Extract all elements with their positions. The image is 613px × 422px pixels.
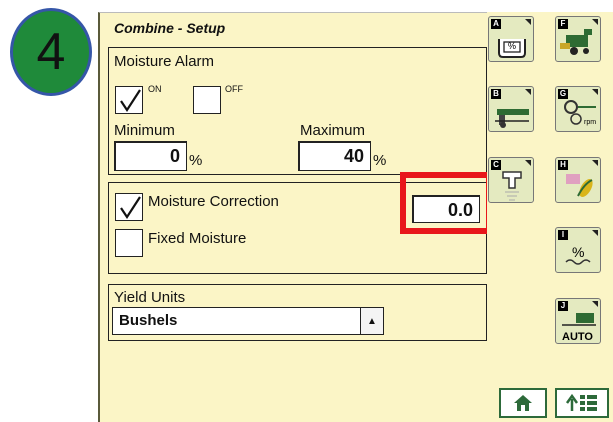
yield-units-value: Bushels xyxy=(119,312,178,329)
softkey-f-letter: F xyxy=(558,19,568,29)
checkmark-icon xyxy=(120,196,141,220)
softkey-c-letter: C xyxy=(491,160,501,170)
softkey-b[interactable]: B xyxy=(488,86,534,132)
updown-arrow-icon[interactable]: ▲ xyxy=(360,308,383,334)
minimum-unit: % xyxy=(189,152,203,169)
moisture-correction-checkbox[interactable] xyxy=(115,193,143,221)
highlight-box xyxy=(400,172,492,234)
page-title: Combine - Setup xyxy=(114,20,226,36)
softkey-a-text: % xyxy=(508,41,517,51)
step-number-badge: 4 xyxy=(10,8,92,96)
softkey-b-letter: B xyxy=(491,89,501,99)
softkey-i[interactable]: I % xyxy=(555,227,601,273)
softkey-f[interactable]: F xyxy=(555,16,601,62)
softkey-a[interactable]: A % xyxy=(488,16,534,62)
alarm-on-label: ON xyxy=(148,84,162,94)
minimum-input[interactable]: 0 xyxy=(114,141,187,171)
fixed-moisture-checkbox[interactable] xyxy=(115,229,143,257)
softkey-j-text: AUTO xyxy=(562,331,593,343)
softkey-i-text: % xyxy=(572,244,585,260)
moisture-alarm-label: Moisture Alarm xyxy=(114,53,215,70)
alarm-on-checkbox[interactable] xyxy=(115,86,143,114)
maximum-label: Maximum xyxy=(300,122,366,139)
softkey-i-letter: I xyxy=(558,230,568,240)
softkey-panel xyxy=(487,12,613,422)
softkey-h[interactable]: H xyxy=(555,157,601,203)
softkey-j-letter: J xyxy=(558,301,568,311)
yield-units-select[interactable]: Bushels ▲ xyxy=(112,307,384,335)
yield-units-label: Yield Units xyxy=(114,289,186,306)
softkey-g[interactable]: G rpm xyxy=(555,86,601,132)
softkey-j[interactable]: J AUTO xyxy=(555,298,601,344)
softkey-h-letter: H xyxy=(558,160,568,170)
moisture-correction-label: Moisture Correction xyxy=(148,193,279,210)
home-button[interactable] xyxy=(499,388,547,418)
softkey-a-letter: A xyxy=(491,19,501,29)
checkmark-icon xyxy=(120,89,141,113)
menu-up-icon xyxy=(565,393,597,411)
fixed-moisture-label: Fixed Moisture xyxy=(148,230,247,247)
softkey-g-text: rpm xyxy=(584,119,597,126)
menu-button[interactable] xyxy=(555,388,609,418)
alarm-off-checkbox[interactable] xyxy=(193,86,221,114)
minimum-label: Minimum xyxy=(114,122,175,139)
alarm-off-label: OFF xyxy=(225,84,243,94)
maximum-unit: % xyxy=(373,152,387,169)
maximum-input[interactable]: 40 xyxy=(298,141,371,171)
softkey-g-letter: G xyxy=(558,89,568,99)
softkey-c[interactable]: C xyxy=(488,157,534,203)
home-icon xyxy=(514,395,532,411)
step-number: 4 xyxy=(36,23,66,81)
